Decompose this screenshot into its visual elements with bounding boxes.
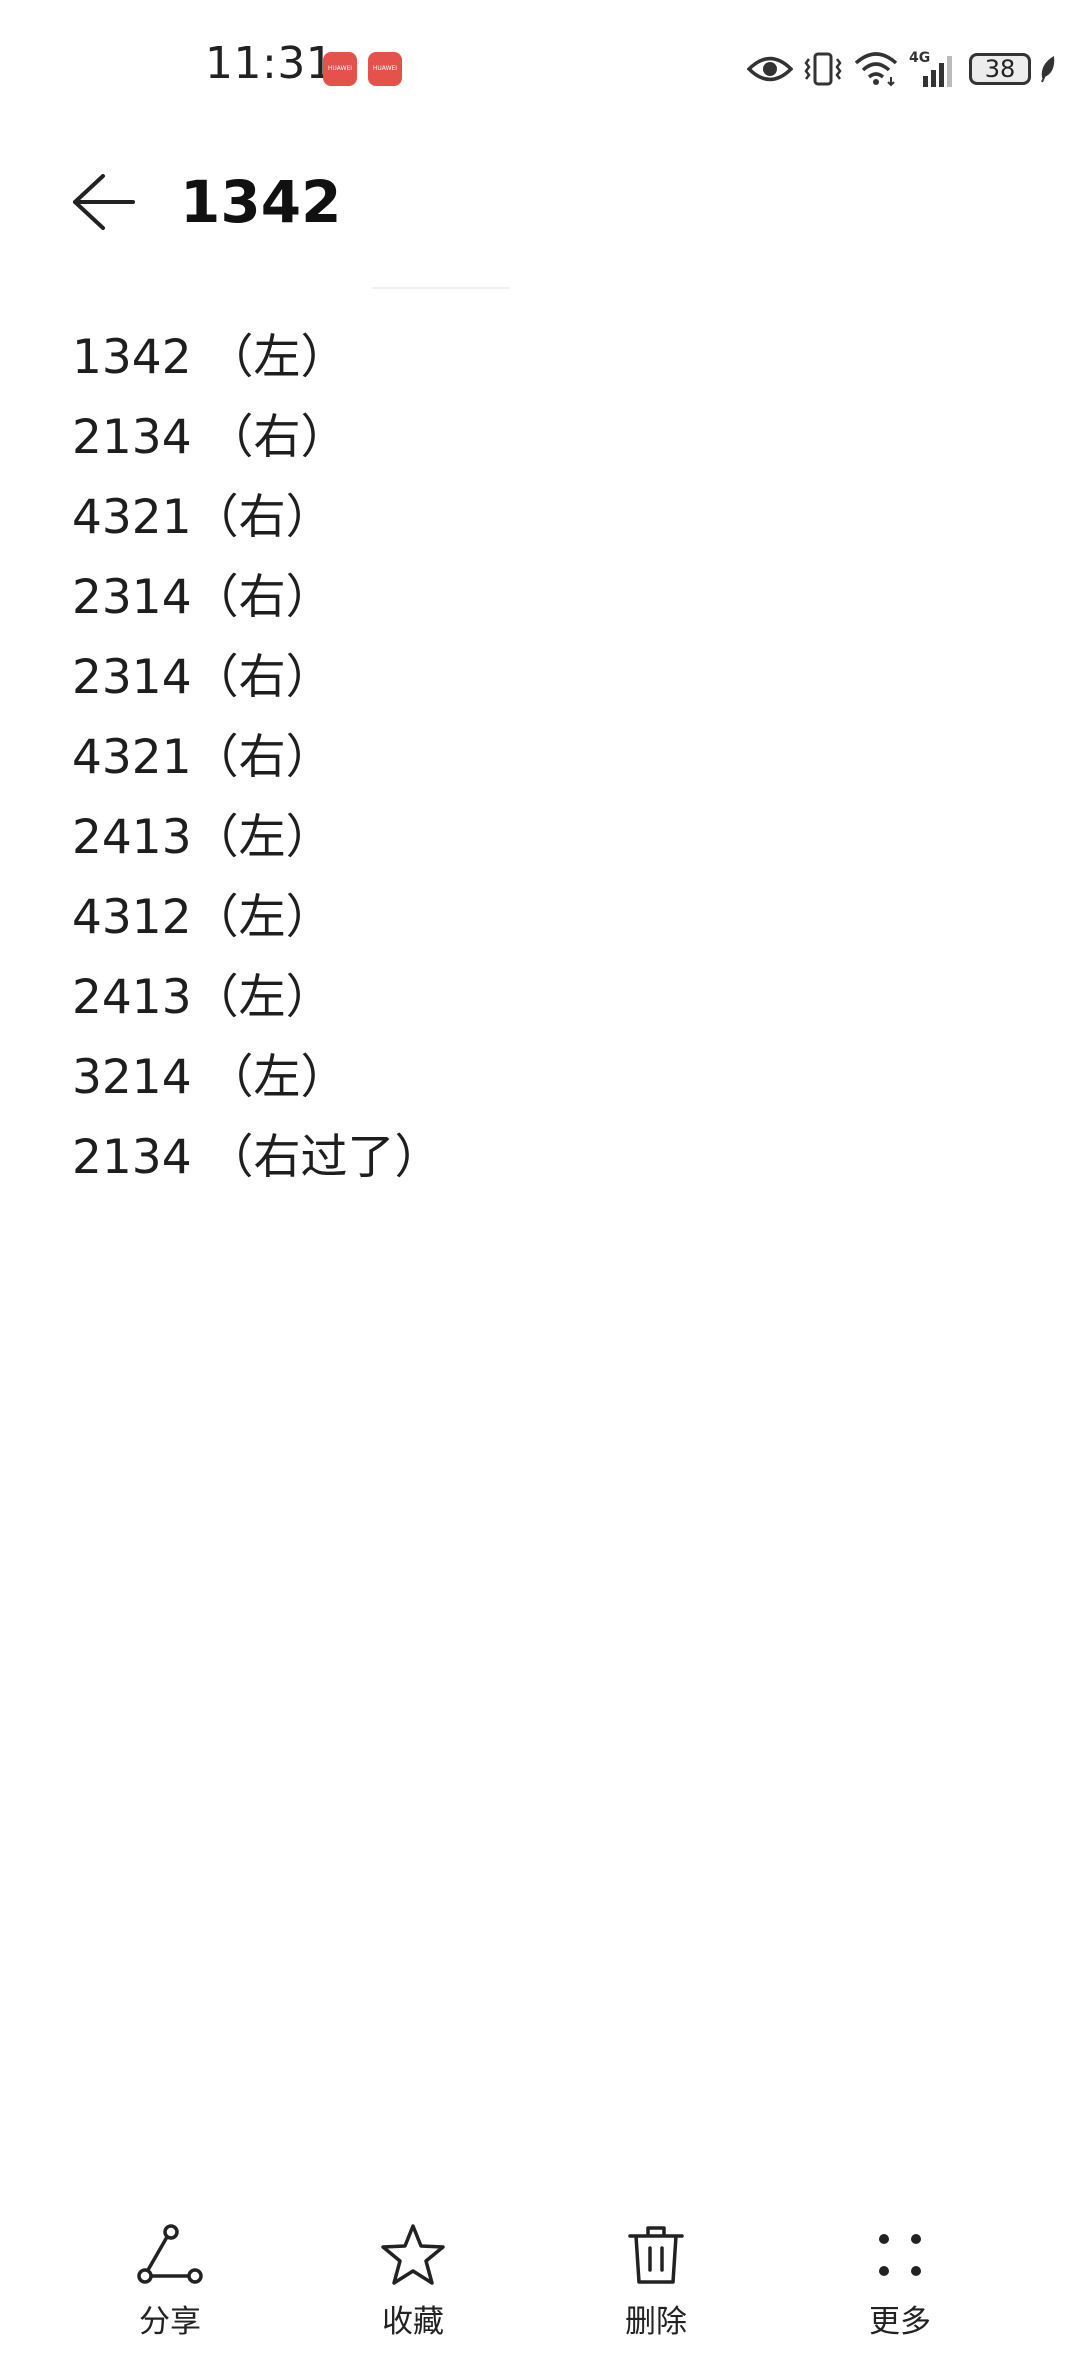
- leaf-icon: [1038, 54, 1058, 84]
- eye-icon: [747, 54, 793, 84]
- favorite-button[interactable]: 收藏: [343, 2220, 483, 2360]
- battery-level: 38: [969, 53, 1031, 85]
- note-line[interactable]: 4321（右）: [72, 718, 1012, 798]
- signal-4g-icon: 4G: [909, 49, 959, 89]
- delete-button[interactable]: 删除: [586, 2220, 726, 2360]
- huawei-app-icon: HUAWEI: [368, 52, 402, 86]
- more-dots-icon: [865, 2220, 935, 2290]
- share-button[interactable]: 分享: [100, 2220, 240, 2360]
- wifi-icon: [853, 51, 899, 87]
- note-line[interactable]: 4312（左）: [72, 878, 1012, 958]
- more-label: 更多: [869, 2304, 931, 2340]
- vibrate-icon: [803, 51, 843, 87]
- battery-icon: 38: [969, 53, 1031, 85]
- note-line[interactable]: 2134 （右）: [72, 398, 1012, 478]
- arrow-left-icon: [71, 172, 137, 236]
- note-line[interactable]: 4321（右）: [72, 478, 1012, 558]
- trash-icon: [621, 2220, 691, 2290]
- bottom-toolbar: 分享 收藏 删除 更多: [0, 2220, 1080, 2370]
- note-line[interactable]: 2413（左）: [72, 958, 1012, 1038]
- delete-label: 删除: [625, 2304, 687, 2340]
- share-icon: [135, 2220, 205, 2290]
- status-icons: 4G 38: [747, 44, 1058, 94]
- huawei-app-icon: HUAWEI: [323, 52, 357, 86]
- network-type-label: 4G: [909, 50, 930, 66]
- status-bar: 11:31 HUAWEI HUAWEI 4G 38: [0, 0, 1080, 140]
- back-button[interactable]: [68, 172, 140, 236]
- star-icon: [378, 2220, 448, 2290]
- note-body[interactable]: 1342 （左） 2134 （右） 4321（右） 2314（右） 2314（右…: [72, 318, 1012, 1198]
- note-line[interactable]: 2134 （右过了）: [72, 1118, 1012, 1198]
- header-divider: [372, 287, 510, 289]
- note-line[interactable]: 2413（左）: [72, 798, 1012, 878]
- more-button[interactable]: 更多: [830, 2220, 970, 2360]
- note-line[interactable]: 1342 （左）: [72, 318, 1012, 398]
- status-time: 11:31: [205, 38, 335, 89]
- favorite-label: 收藏: [382, 2304, 444, 2340]
- note-line[interactable]: 2314（右）: [72, 558, 1012, 638]
- note-title[interactable]: 1342: [180, 168, 341, 236]
- share-label: 分享: [139, 2304, 201, 2340]
- note-line[interactable]: 3214 （左）: [72, 1038, 1012, 1118]
- note-line[interactable]: 2314（右）: [72, 638, 1012, 718]
- note-header: 1342: [0, 150, 1080, 260]
